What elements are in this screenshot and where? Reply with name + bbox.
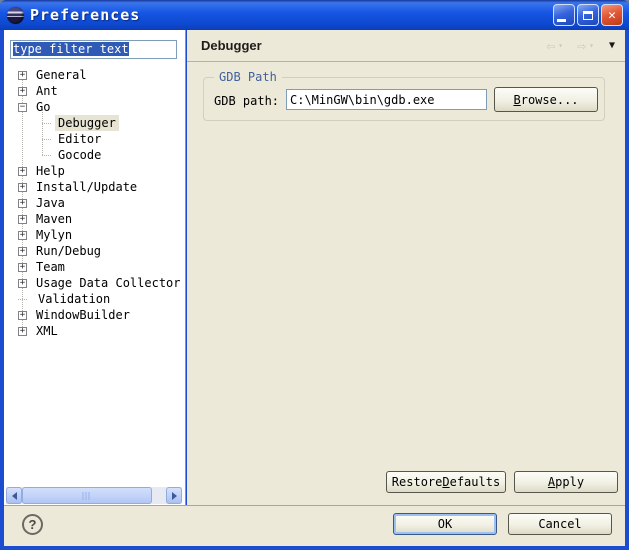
gdb-path-label: GDB path: [214, 94, 279, 108]
tree-item-gocode[interactable]: Gocode [6, 147, 182, 163]
expand-icon[interactable]: + [18, 215, 27, 224]
horizontal-scrollbar[interactable] [6, 487, 182, 504]
gdb-path-input[interactable] [286, 89, 487, 110]
close-button[interactable]: ✕ [601, 4, 623, 26]
tree-item-label: Install/Update [33, 179, 140, 195]
expand-icon[interactable]: + [18, 231, 27, 240]
scrollbar-track[interactable] [152, 487, 166, 504]
expand-icon[interactable]: + [18, 311, 27, 320]
forward-arrow-icon[interactable]: ⇨ [577, 39, 586, 54]
tree-item-label: Validation [35, 291, 113, 307]
window-title: Preferences [30, 6, 140, 24]
dialog-footer: ? OK Cancel [4, 505, 625, 546]
tree-item-label: General [33, 67, 90, 83]
gdb-path-group: GDB Path GDB path: Browse... [203, 77, 605, 121]
forward-dropdown-icon[interactable]: ▾ [589, 42, 594, 50]
tree-item-label: Run/Debug [33, 243, 104, 259]
tree-item-run-debug[interactable]: + Run/Debug [6, 243, 182, 259]
scroll-left-icon [12, 492, 17, 500]
back-arrow-icon[interactable]: ⇦ [546, 39, 555, 54]
back-dropdown-icon[interactable]: ▾ [558, 42, 563, 50]
tree-item-general[interactable]: + General [6, 67, 182, 83]
collapse-icon[interactable]: − [18, 103, 27, 112]
expand-icon[interactable]: + [18, 167, 27, 176]
help-button[interactable]: ? [22, 514, 43, 535]
tree-item-label: XML [33, 323, 61, 339]
maximize-button[interactable] [577, 4, 599, 26]
expand-icon[interactable]: + [18, 327, 27, 336]
scroll-right-button[interactable] [166, 487, 182, 504]
tree-item-label: Gocode [55, 147, 104, 163]
minimize-button[interactable] [553, 4, 575, 26]
tree-item-debugger[interactable]: Debugger [6, 115, 182, 131]
tree-item-label: Ant [33, 83, 61, 99]
group-legend: GDB Path [214, 70, 282, 85]
preferences-dialog: Preferences ✕ type filter text +General+… [0, 0, 629, 550]
preferences-tree: + General + Ant−GoDebuggerEditorGocode + Help… [6, 67, 182, 339]
tree-item-mylyn[interactable]: + Mylyn [6, 227, 182, 243]
question-mark-icon: ? [29, 517, 37, 532]
tree-connector [42, 123, 51, 124]
tree-item-install-update[interactable]: + Install/Update [6, 179, 182, 195]
scrollbar-grip [83, 492, 92, 500]
view-menu-icon[interactable]: ▼ [609, 41, 615, 51]
ok-button[interactable]: OK [393, 513, 497, 535]
filter-input[interactable]: type filter text [10, 40, 177, 59]
tree-item-label: Debugger [55, 115, 119, 131]
tree-connector [42, 155, 51, 156]
cancel-button[interactable]: Cancel [508, 513, 612, 535]
expand-icon[interactable]: + [18, 87, 27, 96]
expand-icon[interactable]: + [18, 71, 27, 80]
page-title: Debugger [201, 38, 262, 53]
expand-icon[interactable]: + [18, 263, 27, 272]
tree-item-label: Java [33, 195, 68, 211]
settings-page: Debugger ⇦ ▾ ⇨ ▾ ▼ GDB Path GDB path: Br… [187, 30, 625, 505]
page-header: Debugger ⇦ ▾ ⇨ ▾ ▼ [187, 30, 625, 62]
tree-item-maven[interactable]: + Maven [6, 211, 182, 227]
maximize-icon [583, 11, 593, 20]
scroll-right-icon [172, 492, 177, 500]
close-icon: ✕ [608, 9, 616, 22]
titlebar[interactable]: Preferences ✕ [0, 0, 629, 30]
expand-icon[interactable]: + [18, 247, 27, 256]
tree-item-xml[interactable]: + XML [6, 323, 182, 339]
expand-icon[interactable]: + [18, 183, 27, 192]
browse-button[interactable]: Browse... [494, 87, 598, 112]
tree-item-label: Team [33, 259, 68, 275]
tree-item-help[interactable]: + Help [6, 163, 182, 179]
tree-connector [42, 139, 51, 140]
tree-item-label: Maven [33, 211, 75, 227]
tree-item-validation[interactable]: Validation [6, 291, 182, 307]
expand-icon[interactable]: + [18, 199, 27, 208]
minimize-icon [557, 19, 566, 22]
tree-item-go[interactable]: −Go [6, 99, 182, 115]
filter-input-value: type filter text [13, 42, 129, 56]
apply-button[interactable]: Apply [514, 471, 618, 493]
tree-item-editor[interactable]: Editor [6, 131, 182, 147]
scrollbar-thumb[interactable] [22, 487, 152, 504]
preferences-tree-panel: type filter text + General + Ant−GoDebugger… [4, 30, 186, 505]
tree-item-windowbuilder[interactable]: + WindowBuilder [6, 307, 182, 323]
scroll-left-button[interactable] [6, 487, 22, 504]
eclipse-logo-icon [7, 7, 24, 24]
tree-item-label: WindowBuilder [33, 307, 133, 323]
expand-icon[interactable]: + [18, 279, 27, 288]
tree-item-ant[interactable]: + Ant [6, 83, 182, 99]
tree-item-java[interactable]: + Java [6, 195, 182, 211]
tree-item-label: Editor [55, 131, 104, 147]
tree-item-usage-data-collector[interactable]: + Usage Data Collector [6, 275, 182, 291]
tree-item-label: Go [33, 99, 53, 115]
tree-item-label: Usage Data Collector [33, 275, 184, 291]
tree-item-team[interactable]: + Team [6, 259, 182, 275]
tree-item-label: Help [33, 163, 68, 179]
restore-defaults-button[interactable]: Restore Defaults [386, 471, 506, 493]
tree-connector [18, 299, 27, 300]
tree-item-label: Mylyn [33, 227, 75, 243]
